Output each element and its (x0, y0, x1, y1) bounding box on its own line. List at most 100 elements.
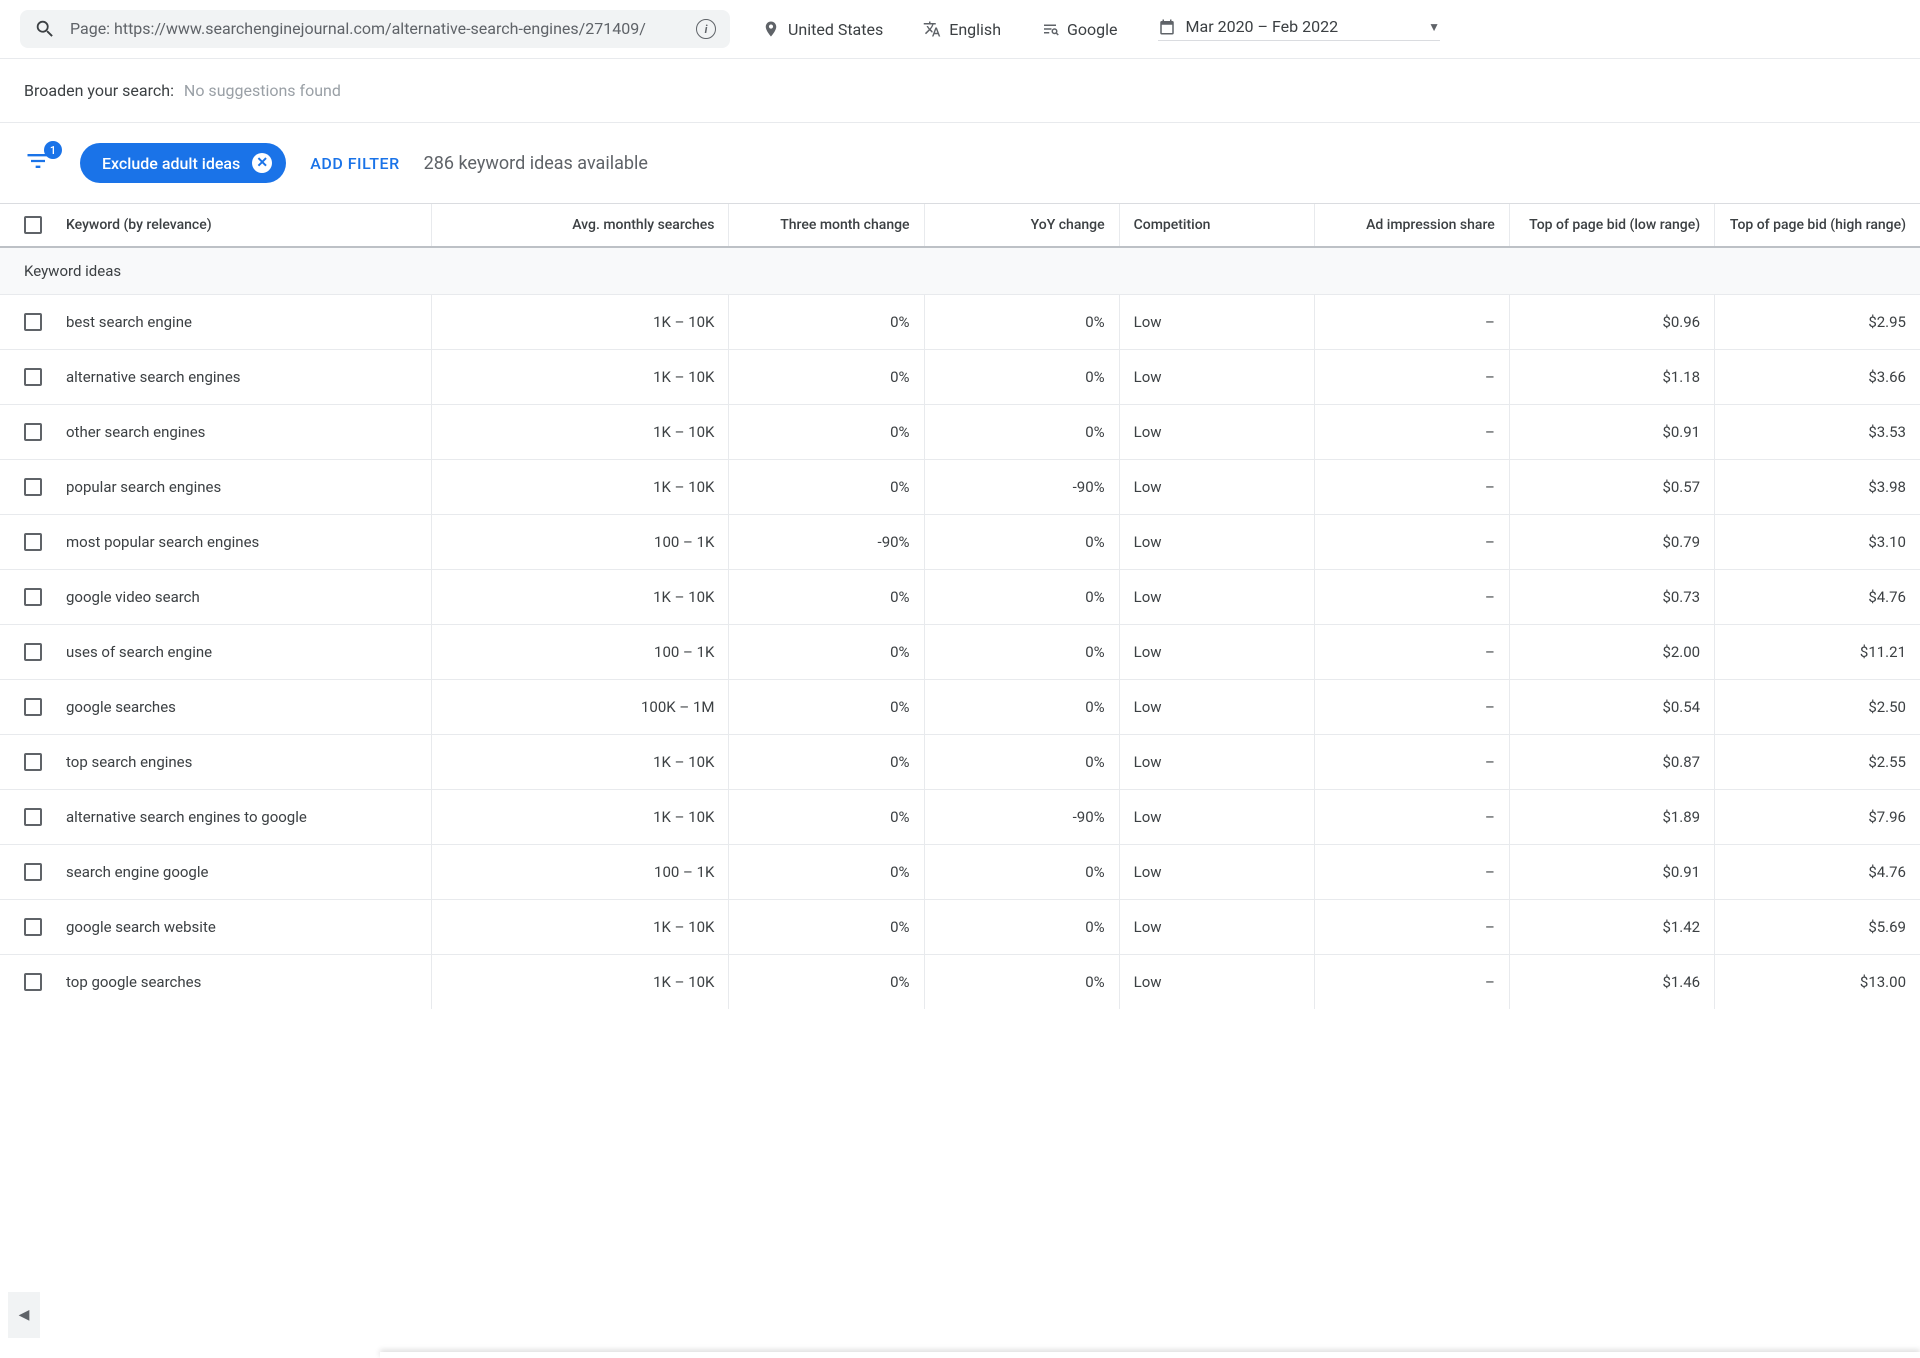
bid-low-cell: $1.46 (1509, 955, 1714, 1010)
col-keyword[interactable]: Keyword (by relevance) (66, 216, 212, 234)
avg-searches-cell: 100 – 1K (431, 845, 729, 900)
three-month-cell: 0% (729, 900, 924, 955)
col-ad-impression[interactable]: Ad impression share (1314, 204, 1509, 248)
bid-low-cell: $0.57 (1509, 460, 1714, 515)
bid-low-cell: $1.18 (1509, 350, 1714, 405)
competition-cell: Low (1119, 570, 1314, 625)
row-checkbox[interactable] (24, 808, 42, 826)
date-range-filter[interactable]: Mar 2020 – Feb 2022 ▼ (1158, 17, 1440, 41)
three-month-cell: 0% (729, 405, 924, 460)
bid-high-cell: $2.55 (1715, 735, 1920, 790)
row-checkbox[interactable] (24, 533, 42, 551)
keyword-cell: alternative search engines to google (66, 808, 307, 826)
select-all-checkbox[interactable] (24, 216, 42, 234)
ad-impression-cell: – (1314, 625, 1509, 680)
row-checkbox[interactable] (24, 313, 42, 331)
three-month-cell: 0% (729, 570, 924, 625)
search-pill[interactable]: Page: https://www.searchenginejournal.co… (20, 10, 730, 48)
keyword-cell: google searches (66, 698, 176, 716)
row-checkbox[interactable] (24, 588, 42, 606)
bid-low-cell: $2.00 (1509, 625, 1714, 680)
location-label: United States (788, 20, 883, 39)
yoy-cell: 0% (924, 955, 1119, 1010)
table-row[interactable]: other search engines1K – 10K0%0%Low–$0.9… (0, 405, 1920, 460)
col-avg-searches[interactable]: Avg. monthly searches (431, 204, 729, 248)
filter-chip-exclude-adult[interactable]: Exclude adult ideas ✕ (80, 143, 286, 183)
col-competition[interactable]: Competition (1119, 204, 1314, 248)
row-checkbox[interactable] (24, 368, 42, 386)
close-icon[interactable]: ✕ (252, 153, 272, 173)
row-checkbox[interactable] (24, 973, 42, 991)
ad-impression-cell: – (1314, 900, 1509, 955)
competition-cell: Low (1119, 900, 1314, 955)
info-icon[interactable]: i (696, 19, 716, 39)
row-checkbox[interactable] (24, 863, 42, 881)
row-checkbox[interactable] (24, 918, 42, 936)
network-label: Google (1067, 20, 1118, 39)
table-row[interactable]: alternative search engines1K – 10K0%0%Lo… (0, 350, 1920, 405)
table-row[interactable]: top search engines1K – 10K0%0%Low–$0.87$… (0, 735, 1920, 790)
active-filters-funnel[interactable]: 1 (24, 147, 56, 179)
row-checkbox[interactable] (24, 753, 42, 771)
avg-searches-cell: 1K – 10K (431, 955, 729, 1010)
three-month-cell: 0% (729, 790, 924, 845)
row-checkbox[interactable] (24, 698, 42, 716)
add-filter-button[interactable]: ADD FILTER (310, 154, 399, 173)
competition-cell: Low (1119, 460, 1314, 515)
bid-low-cell: $0.87 (1509, 735, 1714, 790)
avg-searches-cell: 1K – 10K (431, 405, 729, 460)
language-filter[interactable]: English (923, 20, 1001, 39)
avg-searches-cell: 1K – 10K (431, 295, 729, 350)
row-checkbox[interactable] (24, 643, 42, 661)
broaden-suggestion: No suggestions found (184, 81, 341, 100)
col-three-month[interactable]: Three month change (729, 204, 924, 248)
three-month-cell: 0% (729, 680, 924, 735)
table-row[interactable]: google searches100K – 1M0%0%Low–$0.54$2.… (0, 680, 1920, 735)
translate-icon (923, 20, 941, 38)
scroll-left-button[interactable]: ◀ (8, 1292, 40, 1338)
pin-icon (762, 20, 780, 38)
three-month-cell: 0% (729, 955, 924, 1010)
bid-low-cell: $1.42 (1509, 900, 1714, 955)
keyword-cell: popular search engines (66, 478, 221, 496)
col-bid-low[interactable]: Top of page bid (low range) (1509, 204, 1714, 248)
ad-impression-cell: – (1314, 295, 1509, 350)
ad-impression-cell: – (1314, 680, 1509, 735)
keyword-cell: top google searches (66, 973, 201, 991)
ad-impression-cell: – (1314, 350, 1509, 405)
table-row[interactable]: best search engine1K – 10K0%0%Low–$0.96$… (0, 295, 1920, 350)
ad-impression-cell: – (1314, 735, 1509, 790)
search-icon (34, 18, 56, 40)
row-checkbox[interactable] (24, 478, 42, 496)
keyword-cell: most popular search engines (66, 533, 259, 551)
three-month-cell: 0% (729, 735, 924, 790)
avg-searches-cell: 100K – 1M (431, 680, 729, 735)
three-month-cell: 0% (729, 350, 924, 405)
table-row[interactable]: alternative search engines to google1K –… (0, 790, 1920, 845)
table-row[interactable]: uses of search engine100 – 1K0%0%Low–$2.… (0, 625, 1920, 680)
network-filter[interactable]: Google (1041, 20, 1118, 39)
bid-low-cell: $0.73 (1509, 570, 1714, 625)
table-row[interactable]: most popular search engines100 – 1K-90%0… (0, 515, 1920, 570)
table-row[interactable]: google search website1K – 10K0%0%Low–$1.… (0, 900, 1920, 955)
yoy-cell: 0% (924, 350, 1119, 405)
keyword-cell: uses of search engine (66, 643, 212, 661)
funnel-badge: 1 (44, 141, 62, 159)
yoy-cell: 0% (924, 405, 1119, 460)
bid-low-cell: $0.79 (1509, 515, 1714, 570)
ad-impression-cell: – (1314, 515, 1509, 570)
table-row[interactable]: search engine google100 – 1K0%0%Low–$0.9… (0, 845, 1920, 900)
table-row[interactable]: top google searches1K – 10K0%0%Low–$1.46… (0, 955, 1920, 1010)
bid-high-cell: $2.50 (1715, 680, 1920, 735)
table-row[interactable]: google video search1K – 10K0%0%Low–$0.73… (0, 570, 1920, 625)
yoy-cell: 0% (924, 625, 1119, 680)
row-checkbox[interactable] (24, 423, 42, 441)
col-bid-high[interactable]: Top of page bid (high range) (1715, 204, 1920, 248)
keyword-cell: alternative search engines (66, 368, 241, 386)
location-filter[interactable]: United States (762, 20, 883, 39)
broaden-label: Broaden your search: (24, 81, 174, 100)
col-yoy[interactable]: YoY change (924, 204, 1119, 248)
bid-high-cell: $13.00 (1715, 955, 1920, 1010)
yoy-cell: 0% (924, 515, 1119, 570)
table-row[interactable]: popular search engines1K – 10K0%-90%Low–… (0, 460, 1920, 515)
